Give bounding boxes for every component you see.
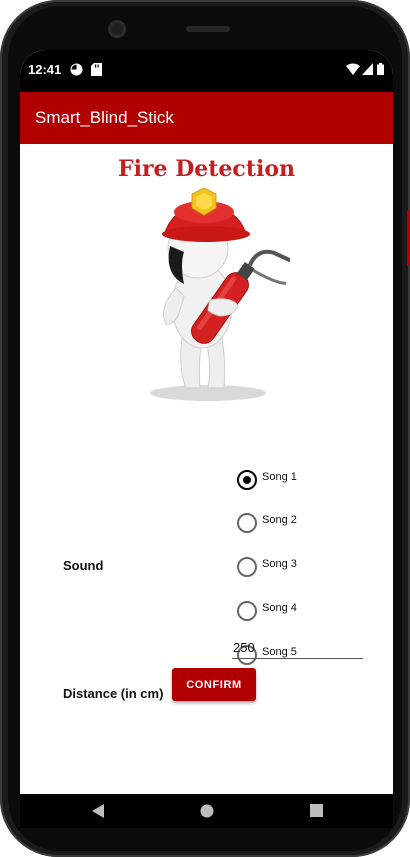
app-bar: Smart_Blind_Stick [20, 92, 393, 144]
radio-label: Song 1 [262, 471, 297, 483]
radio-label: Song 3 [262, 558, 297, 570]
screen: 12:41 Smart_Blind_Stick Fire Detection S… [20, 50, 393, 828]
distance-label: Distance (in cm) [63, 686, 164, 701]
earpiece [186, 26, 230, 32]
front-camera [108, 20, 126, 38]
home-icon[interactable] [200, 804, 214, 818]
navigation-bar [20, 794, 393, 828]
status-time: 12:41 [28, 62, 62, 77]
app-title: Smart_Blind_Stick [35, 108, 174, 127]
radio-checked-icon [237, 470, 257, 490]
wifi-icon [346, 63, 360, 75]
distance-input[interactable] [232, 636, 363, 659]
radio-label: Song 4 [262, 602, 297, 614]
back-icon[interactable] [92, 804, 104, 818]
sd-card-icon [91, 63, 102, 76]
signal-icon [362, 63, 373, 75]
page-title: Fire Detection [117, 156, 296, 182]
radio-unchecked-icon [237, 557, 257, 577]
pie-icon [70, 63, 83, 76]
radio-label: Song 2 [262, 514, 297, 526]
phone-frame: 12:41 Smart_Blind_Stick Fire Detection S… [0, 0, 410, 857]
battery-icon [377, 63, 384, 75]
firefighter-illustration [150, 188, 290, 401]
sound-label: Sound [63, 558, 104, 573]
recents-icon[interactable] [310, 804, 323, 817]
radio-unchecked-icon [237, 513, 257, 533]
confirm-button[interactable]: CONFIRM [172, 668, 256, 701]
status-bar: 12:41 [20, 50, 393, 92]
radio-unchecked-icon [237, 601, 257, 621]
